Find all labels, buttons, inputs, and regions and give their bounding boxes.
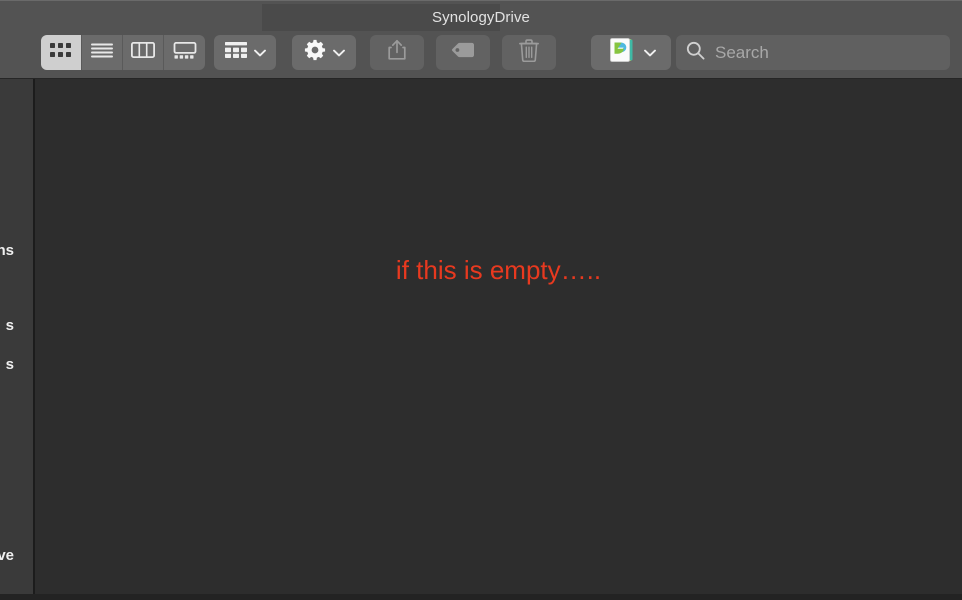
synology-drive-button[interactable] [591,35,671,70]
delete-button[interactable] [502,35,556,70]
sidebar-item-0[interactable]: ns [0,241,33,261]
gallery-view-button[interactable] [164,35,205,70]
list-icon [91,43,113,63]
sidebar-item-1[interactable]: s [6,316,33,336]
page-title: SynologyDrive [431,9,530,26]
search-input[interactable]: Search [715,43,769,63]
finder-window: SynologyDrive Search ns s s ve if this i… [0,0,962,600]
share-button[interactable] [370,35,424,70]
chevron-down-icon [643,44,656,62]
tag-button[interactable] [436,35,490,70]
window-bottom-edge [0,594,962,600]
column-view-button[interactable] [123,35,164,70]
chevron-down-icon [253,44,266,62]
file-list-area[interactable]: if this is empty….. [35,79,962,594]
trash-icon [519,38,539,67]
list-view-button[interactable] [82,35,123,70]
gear-icon [304,39,326,66]
icon-view-button[interactable] [41,35,82,70]
search-icon [686,41,705,65]
columns-icon [130,41,156,63]
toolbar: Search [0,33,962,79]
sidebar: ns s s ve [0,79,33,594]
search-field[interactable]: Search [676,35,950,70]
gallery-icon [173,41,197,64]
tag-icon [451,42,475,63]
share-icon [387,39,407,66]
chevron-down-icon [332,44,345,62]
group-items-icon [224,42,247,63]
grid-icon [50,42,72,63]
sidebar-item-3[interactable]: ve [0,546,33,566]
sidebar-item-2[interactable]: s [6,355,33,375]
group-items-button[interactable] [214,35,276,70]
action-menu-button[interactable] [292,35,356,70]
titlebar[interactable]: SynologyDrive [0,0,962,33]
synology-drive-icon [607,35,637,70]
view-mode-segmented-control[interactable] [41,35,205,70]
annotation-text: if this is empty….. [395,255,602,285]
